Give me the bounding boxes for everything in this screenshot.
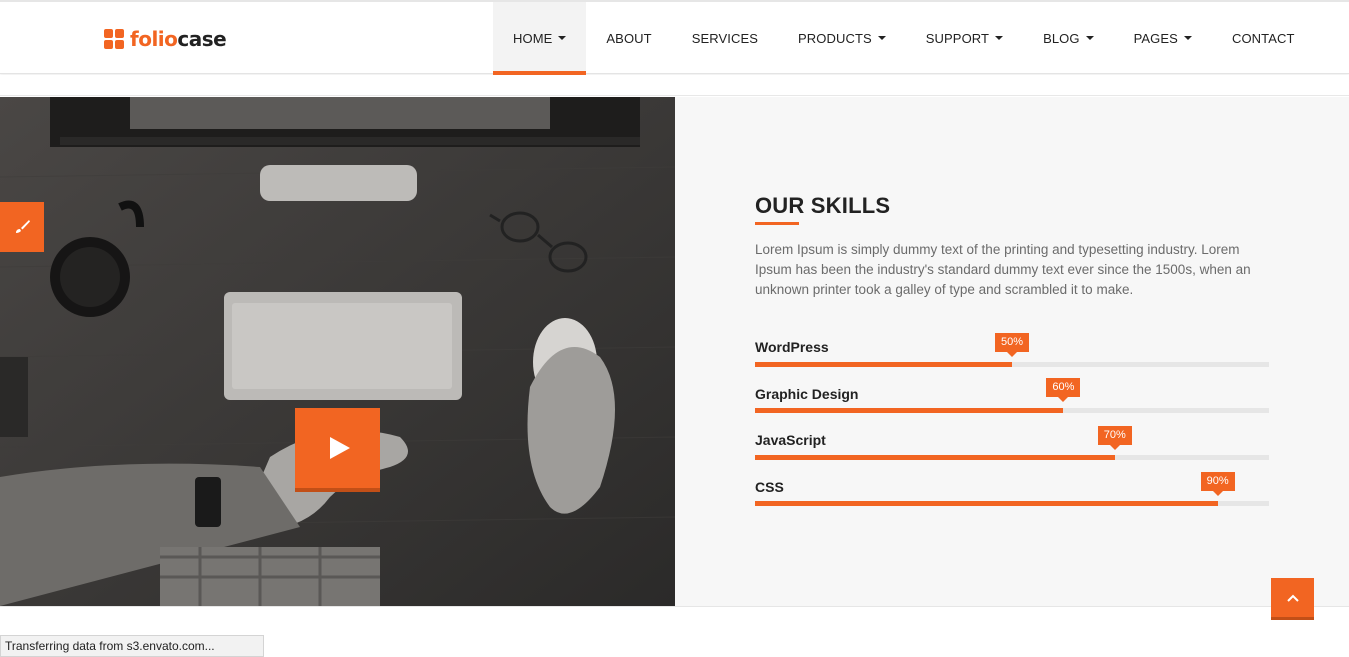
caret-down-icon	[1183, 36, 1192, 40]
section-divider	[0, 606, 1349, 607]
skill-percent-badge: 50%	[995, 333, 1030, 357]
skill-fill	[755, 362, 1012, 367]
skill-fill	[755, 455, 1115, 460]
skill-track	[755, 362, 1269, 367]
browser-status-bar: Transferring data from s3.envato.com...	[0, 635, 264, 657]
skill-graphic-design: Graphic Design 60%	[755, 378, 1269, 413]
title-underline	[755, 222, 799, 225]
nav-services-label: SERVICES	[691, 30, 759, 46]
nav-blog-label: BLOG	[1043, 30, 1080, 46]
skill-fill	[755, 501, 1218, 506]
nav-products-label: PRODUCTS	[798, 30, 872, 46]
play-video-button[interactable]	[295, 408, 380, 488]
skill-name: JavaScript	[755, 432, 826, 448]
skill-javascript: JavaScript 70%	[755, 426, 1269, 460]
nav-pages[interactable]: PAGES	[1114, 2, 1212, 74]
logo-text: foliocase	[130, 27, 227, 51]
nav-support[interactable]: SUPPORT	[906, 2, 1023, 74]
logo-icon	[104, 29, 124, 49]
skill-fill	[755, 408, 1064, 413]
caret-down-icon	[558, 36, 567, 40]
skill-name: Graphic Design	[755, 386, 859, 402]
nav-about-label: ABOUT	[606, 30, 652, 46]
caret-down-icon	[995, 36, 1004, 40]
logo-text-part1: folio	[130, 27, 178, 51]
skill-percent-badge: 60%	[1046, 378, 1081, 402]
site-header: foliocase HOME ABOUT SERVICES PRODUCTS S…	[0, 2, 1349, 75]
caret-down-icon	[877, 36, 886, 40]
nav-support-label: SUPPORT	[925, 30, 990, 46]
caret-down-icon	[1085, 36, 1094, 40]
skill-track	[755, 455, 1269, 460]
nav-home[interactable]: HOME	[493, 2, 587, 75]
chevron-up-icon	[1286, 594, 1299, 602]
header-spacer	[0, 75, 1349, 96]
nav-blog[interactable]: BLOG	[1023, 2, 1114, 74]
nav-pages-label: PAGES	[1133, 30, 1178, 46]
main-nav: HOME ABOUT SERVICES PRODUCTS SUPPORT BLO…	[493, 2, 1315, 75]
style-switcher-button[interactable]	[0, 202, 44, 252]
desk-photo-illustration	[0, 97, 675, 606]
nav-services[interactable]: SERVICES	[672, 2, 778, 74]
back-to-top-button[interactable]	[1271, 578, 1314, 620]
skill-name: CSS	[755, 479, 784, 495]
nav-contact-label: CONTACT	[1231, 30, 1295, 46]
skill-percent-badge: 90%	[1200, 472, 1235, 496]
logo[interactable]: foliocase	[104, 27, 227, 51]
skill-wordpress: WordPress 50%	[755, 333, 1269, 367]
nav-products[interactable]: PRODUCTS	[778, 2, 906, 74]
logo-text-part2: case	[177, 27, 227, 51]
skills-description: Lorem Ipsum is simply dummy text of the …	[755, 242, 1251, 297]
nav-about[interactable]: ABOUT	[586, 2, 671, 74]
skill-percent-badge: 70%	[1097, 426, 1132, 450]
nav-home-label: HOME	[513, 30, 553, 46]
play-icon	[329, 437, 350, 459]
skill-track	[755, 408, 1269, 413]
paintbrush-icon	[16, 220, 30, 233]
nav-contact[interactable]: CONTACT	[1212, 2, 1315, 74]
skill-track	[755, 501, 1269, 506]
hero-image	[0, 97, 675, 606]
skill-css: CSS 90%	[755, 472, 1269, 506]
skills-title: OUR SKILLS	[755, 193, 891, 218]
